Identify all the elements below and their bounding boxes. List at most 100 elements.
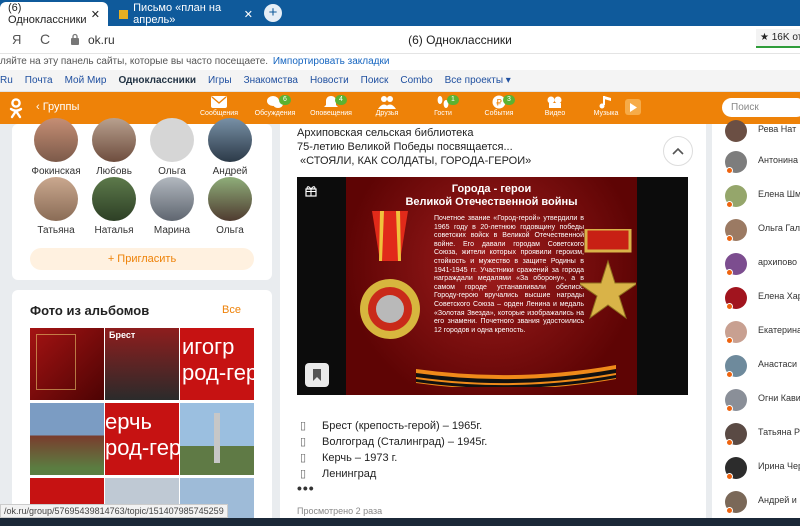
photo-tile[interactable]: ерчь род-гер — [105, 403, 179, 475]
toolbar-events[interactable]: ₽ 3 События — [474, 95, 524, 117]
online-friend[interactable]: Елена Хар — [725, 287, 800, 313]
friend-item[interactable]: Марина — [144, 177, 200, 236]
bullet-icon: ▯ — [300, 452, 307, 464]
photo-tile[interactable] — [30, 328, 104, 400]
toolbar-messages[interactable]: Сообщения — [194, 95, 244, 117]
portal-links-bar: Ru Почта Мой Мир Одноклассники Игры Знак… — [0, 70, 800, 92]
photo-tile[interactable]: Брест — [105, 328, 179, 400]
toolbar-guests[interactable]: 1 Гости — [418, 95, 468, 117]
photos-title: Фото из альбомов — [30, 303, 150, 318]
friend-name: Анастаси — [758, 359, 798, 369]
online-friend[interactable]: Огни Кави — [725, 389, 800, 415]
portal-link-ok[interactable]: Одноклассники — [118, 75, 196, 86]
online-friend[interactable]: архипово — [725, 253, 800, 279]
gold-star-medal-icon — [580, 229, 636, 320]
import-bookmarks-link[interactable]: Импортировать закладки — [273, 56, 390, 67]
reload-button[interactable]: C — [40, 31, 50, 47]
online-friend[interactable]: Татьяна Р — [725, 423, 800, 449]
friend-name: Ольга — [158, 166, 186, 177]
close-icon[interactable]: ✕ — [91, 8, 100, 21]
friend-name: Наталья — [94, 225, 134, 236]
invite-button[interactable]: + Пригласить — [30, 248, 254, 270]
friends-icon — [378, 96, 396, 109]
friend-item[interactable]: Андрей — [202, 118, 258, 177]
friend-name: Фокинская — [31, 166, 81, 177]
photo-caption: ерчь род-гер — [105, 409, 179, 460]
toolbar-music[interactable]: Музыка — [581, 95, 631, 117]
online-dot — [726, 303, 733, 310]
friend-name: Татьяна — [37, 225, 75, 236]
toolbar-discussions[interactable]: 6 Обсуждения — [250, 95, 300, 117]
video-play-icon[interactable] — [625, 99, 641, 115]
tab-mail[interactable]: Письмо «план на апрель» ✕ — [111, 2, 261, 26]
portal-link-search[interactable]: Поиск — [361, 75, 389, 86]
online-friend[interactable]: Андрей и — [725, 491, 800, 517]
reviews-badge[interactable]: ★ 16K отз — [756, 29, 800, 48]
portal-link-all-projects[interactable]: Все проекты ▾ — [445, 75, 511, 86]
online-dot — [726, 439, 733, 446]
online-friend[interactable]: Рева Нат — [725, 120, 800, 146]
toolbar-video[interactable]: Видео — [530, 95, 580, 117]
post-image[interactable]: Города - герои Великой Отечественной вой… — [297, 177, 688, 395]
poster-body: Почетное звание «Город-герой» утвердили … — [434, 215, 584, 334]
portal-link-combo[interactable]: Combo — [400, 75, 432, 86]
friend-item[interactable]: Ольга — [144, 118, 200, 177]
portal-link-my-world[interactable]: Мой Мир — [65, 75, 107, 86]
list-item: ▯ Ленинград — [300, 466, 487, 482]
photos-all-link[interactable]: Все — [222, 304, 241, 316]
friend-name: Андрей — [212, 166, 248, 177]
portal-link-games[interactable]: Игры — [208, 75, 232, 86]
online-dot — [726, 337, 733, 344]
new-tab-button[interactable]: + — [264, 4, 282, 22]
photo-tile[interactable]: игогр род-гер — [180, 328, 254, 400]
close-icon[interactable]: ✕ — [244, 8, 253, 21]
url-field[interactable]: ok.ru — [88, 33, 115, 47]
online-friend[interactable]: Анастаси — [725, 355, 800, 381]
friend-name: Рева Нат — [758, 124, 797, 134]
photo-tile[interactable] — [30, 403, 104, 475]
notifications-badge: 4 — [335, 95, 347, 105]
online-friend[interactable]: Ирина Чер — [725, 457, 800, 483]
search-input[interactable]: Поиск — [722, 98, 800, 117]
poster: Города - герои Великой Отечественной вой… — [346, 177, 637, 395]
toolbar-label: Сообщения — [200, 110, 238, 117]
avatar — [150, 177, 194, 221]
scroll-to-top-button[interactable] — [663, 136, 693, 166]
envelope-icon — [211, 96, 227, 108]
portal-link-mail[interactable]: Почта — [25, 75, 53, 86]
photo-inner-frame — [36, 334, 76, 390]
expand-post-button[interactable]: ••• — [297, 480, 315, 496]
toolbar-notifications[interactable]: 4 Оповещения — [306, 95, 356, 117]
online-friend[interactable]: Ольга Гал — [725, 219, 800, 245]
tab-odnoklassniki[interactable]: (6) Одноклассники ✕ — [0, 2, 108, 26]
avatar — [92, 118, 136, 162]
online-friend[interactable]: Екатерина — [725, 321, 800, 347]
toolbar-friends[interactable]: Друзья — [362, 95, 412, 117]
friend-item[interactable]: Ольга — [202, 177, 258, 236]
friend-item[interactable]: Наталья — [86, 177, 142, 236]
friend-item[interactable]: Татьяна — [28, 177, 84, 236]
online-friend[interactable]: Антонина — [725, 151, 800, 177]
bullet-icon: ▯ — [300, 420, 307, 432]
portal-link-dating[interactable]: Знакомства — [244, 75, 298, 86]
friend-name: Андрей и — [758, 495, 797, 505]
ok-logo-icon[interactable] — [8, 98, 24, 119]
friend-item[interactable]: Любовь — [86, 118, 142, 177]
gift-icon[interactable] — [305, 185, 317, 197]
online-friend[interactable]: Елена Шм — [725, 185, 800, 211]
friend-item[interactable]: Фокинская — [28, 118, 84, 177]
photo-tile[interactable] — [180, 403, 254, 475]
mail-icon — [119, 9, 129, 19]
svg-text:₽: ₽ — [496, 99, 502, 109]
yandex-button[interactable]: Я — [12, 32, 21, 47]
poster-title: Города - герои Великой Отечественной вой… — [346, 183, 637, 209]
poster-title-line: Великой Отечественной войны — [405, 196, 578, 208]
online-friends-sidebar: Рева Нат Антонина Елена Шм Ольга Гал арх… — [712, 120, 800, 526]
bookmark-button[interactable] — [305, 363, 329, 387]
back-to-groups[interactable]: ‹ Группы — [36, 101, 79, 113]
portal-link-news[interactable]: Новости — [310, 75, 349, 86]
portal-link-ru[interactable]: Ru — [0, 75, 13, 86]
post-line: «СТОЯЛИ, КАК СОЛДАТЫ, ГОРОДА-ГЕРОИ» — [297, 155, 532, 167]
list-item: ▯ Керчь – 1973 г. — [300, 450, 487, 466]
address-bar-row: Я C ok.ru (6) Одноклассники ★ 16K отз — [0, 26, 800, 54]
